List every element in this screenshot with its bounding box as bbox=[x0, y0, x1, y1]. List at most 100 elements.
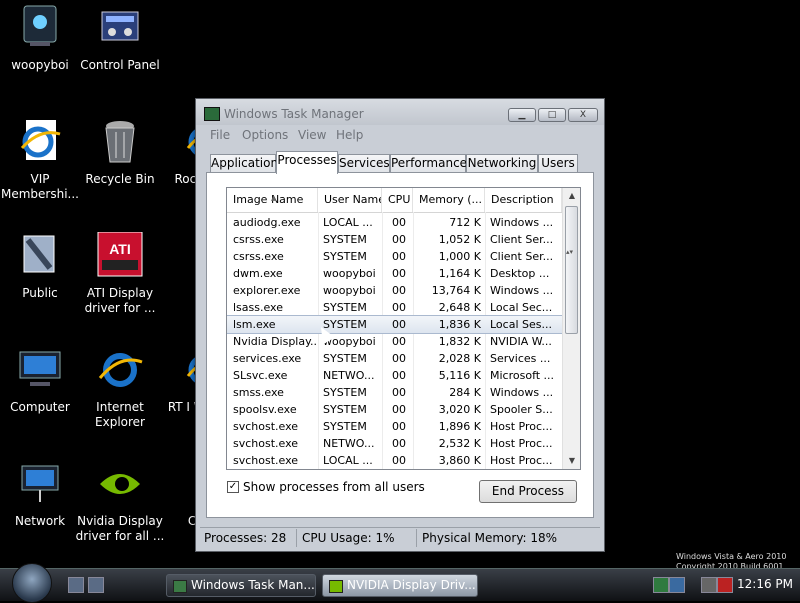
column-user-name[interactable]: User Name bbox=[318, 188, 382, 212]
process-memory: 2,648 K bbox=[438, 301, 481, 314]
menu-options[interactable]: Options bbox=[242, 128, 288, 142]
process-user-name: SYSTEM bbox=[323, 301, 367, 314]
taskbar-button-nvidia-display-driver[interactable]: NVIDIA Display Driv... bbox=[322, 574, 478, 597]
process-cpu: 00 bbox=[392, 420, 406, 433]
table-row[interactable]: lsass.exe SYSTEM 00 2,648 K Local Sec... bbox=[227, 299, 562, 316]
scroll-down-icon[interactable]: ▼ bbox=[563, 453, 580, 469]
table-row[interactable]: SLsvc.exe NETWO... 00 5,116 K Microsoft ... bbox=[227, 367, 562, 384]
scroll-thumb[interactable] bbox=[565, 206, 578, 334]
process-user-name: SYSTEM bbox=[323, 318, 367, 331]
process-description: Local Sec... bbox=[490, 301, 553, 314]
process-user-name: SYSTEM bbox=[323, 250, 367, 263]
process-list-frame: Image Name ▲ User Name CPU Memory (... D… bbox=[226, 187, 581, 470]
process-cpu: 00 bbox=[392, 301, 406, 314]
process-user-name: NETWO... bbox=[323, 369, 375, 382]
column-description[interactable]: Description bbox=[485, 188, 562, 212]
scroll-up-icon[interactable]: ▲ bbox=[563, 188, 580, 204]
process-description: Windows ... bbox=[490, 386, 554, 399]
sort-ascending-icon: ▲ bbox=[271, 194, 277, 202]
table-row[interactable]: dwm.exe woopyboi 00 1,164 K Desktop ... bbox=[227, 265, 562, 282]
process-list[interactable]: Image Name ▲ User Name CPU Memory (... D… bbox=[216, 187, 581, 571]
table-row[interactable]: services.exe SYSTEM 00 2,028 K Services ... bbox=[227, 350, 562, 367]
process-description: Desktop ... bbox=[490, 267, 550, 280]
table-row[interactable]: csrss.exe SYSTEM 00 1,052 K Client Ser... bbox=[227, 231, 562, 248]
tab-applications[interactable]: Applications bbox=[210, 154, 284, 173]
close-button[interactable]: X bbox=[568, 108, 598, 122]
table-row[interactable]: lsm.exe SYSTEM 00 1,836 K Local Ses... bbox=[227, 315, 563, 334]
tab-services[interactable]: Services bbox=[338, 154, 390, 173]
process-cpu: 00 bbox=[392, 454, 406, 467]
table-row[interactable]: explorer.exe woopyboi 00 13,764 K Windows ..… bbox=[227, 282, 562, 299]
taskbar-button-task-manager[interactable]: Windows Task Man... bbox=[166, 574, 316, 597]
svg-text:ATI: ATI bbox=[109, 241, 131, 257]
process-description: Spooler S... bbox=[490, 403, 553, 416]
desktop-icon-ati-display-driver[interactable]: ATI ATI Display driver for ... bbox=[72, 231, 168, 316]
tray-monitor-icon[interactable] bbox=[701, 577, 717, 593]
table-row[interactable]: spoolsv.exe SYSTEM 00 3,020 K Spooler S... bbox=[227, 401, 562, 418]
minimize-button[interactable]: ▁ bbox=[508, 108, 536, 122]
maximize-button[interactable]: □ bbox=[538, 108, 566, 122]
column-image-name[interactable]: Image Name ▲ bbox=[227, 188, 318, 212]
process-description: Host Proc... bbox=[490, 420, 553, 433]
column-cpu[interactable]: CPU bbox=[382, 188, 413, 212]
process-cpu: 00 bbox=[392, 352, 406, 365]
table-row[interactable]: csrss.exe SYSTEM 00 1,000 K Client Ser... bbox=[227, 248, 562, 265]
table-row[interactable]: svchost.exe LOCAL ... 00 3,860 K Host Proc..… bbox=[227, 452, 562, 469]
vertical-scrollbar[interactable]: ▲ ▴▾ ▼ bbox=[562, 188, 580, 469]
nvidia-logo-icon bbox=[96, 460, 144, 508]
table-row[interactable]: svchost.exe NETWO... 00 2,532 K Host Proc... bbox=[227, 435, 562, 452]
tab-networking[interactable]: Networking bbox=[466, 154, 538, 173]
menu-view[interactable]: View bbox=[298, 128, 326, 142]
quick-launch-show-desktop-icon[interactable] bbox=[68, 577, 84, 593]
tray-volume-muted-icon[interactable] bbox=[717, 577, 733, 593]
start-button[interactable] bbox=[12, 563, 52, 603]
process-image-name: explorer.exe bbox=[233, 284, 301, 297]
show-all-users-label: Show processes from all users bbox=[243, 480, 425, 494]
tab-performance[interactable]: Performance bbox=[390, 154, 467, 173]
end-process-button[interactable]: End Process bbox=[479, 480, 577, 503]
process-cpu: 00 bbox=[392, 216, 406, 229]
ati-radeon-icon: ATI bbox=[96, 231, 144, 280]
menu-help[interactable]: Help bbox=[336, 128, 363, 142]
tab-processes[interactable]: Processes bbox=[276, 151, 338, 174]
process-image-name: smss.exe bbox=[233, 386, 284, 399]
task-manager-window[interactable]: Windows Task Manager ▁ □ X File Options … bbox=[195, 98, 605, 552]
table-row[interactable]: svchost.exe SYSTEM 00 1,896 K Host Proc... bbox=[227, 418, 562, 435]
process-user-name: SYSTEM bbox=[323, 403, 367, 416]
process-image-name: svchost.exe bbox=[233, 437, 299, 450]
process-description: Host Proc... bbox=[490, 437, 553, 450]
taskbar-clock[interactable]: 12:16 PM bbox=[737, 577, 793, 591]
process-user-name: SYSTEM bbox=[323, 420, 367, 433]
show-all-users-checkbox[interactable]: ✓ bbox=[227, 481, 239, 493]
desktop-icon-control-panel[interactable]: Control Panel bbox=[72, 4, 168, 73]
tray-app-icon[interactable] bbox=[653, 577, 669, 593]
process-image-name: svchost.exe bbox=[233, 454, 299, 467]
process-user-name: LOCAL ... bbox=[323, 216, 373, 229]
nvidia-logo-icon bbox=[329, 580, 343, 593]
process-image-name: csrss.exe bbox=[233, 250, 284, 263]
table-row[interactable]: smss.exe SYSTEM 00 284 K Windows ... bbox=[227, 384, 562, 401]
internet-explorer-shortcut-icon bbox=[16, 118, 64, 166]
process-image-name: SLsvc.exe bbox=[233, 369, 288, 382]
tab-users[interactable]: Users bbox=[538, 154, 578, 173]
status-processes: Processes: 28 bbox=[204, 531, 287, 545]
table-row[interactable]: Nvidia Display... woopyboi 00 1,832 K NVIDIA… bbox=[227, 333, 562, 350]
process-description: NVIDIA W... bbox=[490, 335, 552, 348]
process-cpu: 00 bbox=[392, 233, 406, 246]
process-user-name: woopyboi bbox=[323, 267, 376, 280]
process-image-name: lsass.exe bbox=[233, 301, 283, 314]
menu-file[interactable]: File bbox=[210, 128, 230, 142]
column-memory[interactable]: Memory (... bbox=[413, 188, 485, 212]
process-user-name: LOCAL ... bbox=[323, 454, 373, 467]
process-memory: 2,532 K bbox=[438, 437, 481, 450]
process-memory: 1,836 K bbox=[438, 318, 481, 331]
process-image-name: lsm.exe bbox=[233, 318, 276, 331]
title-bar[interactable]: Windows Task Manager ▁ □ X bbox=[196, 99, 604, 125]
quick-launch-switch-windows-icon[interactable] bbox=[88, 577, 104, 593]
process-description: Services ... bbox=[490, 352, 551, 365]
process-image-name: Nvidia Display... bbox=[233, 335, 318, 348]
tray-network-icon[interactable] bbox=[669, 577, 685, 593]
process-image-name: svchost.exe bbox=[233, 420, 299, 433]
table-row[interactable]: audiodg.exe LOCAL ... 00 712 K Windows ... bbox=[227, 214, 562, 231]
process-memory: 1,896 K bbox=[438, 420, 481, 433]
